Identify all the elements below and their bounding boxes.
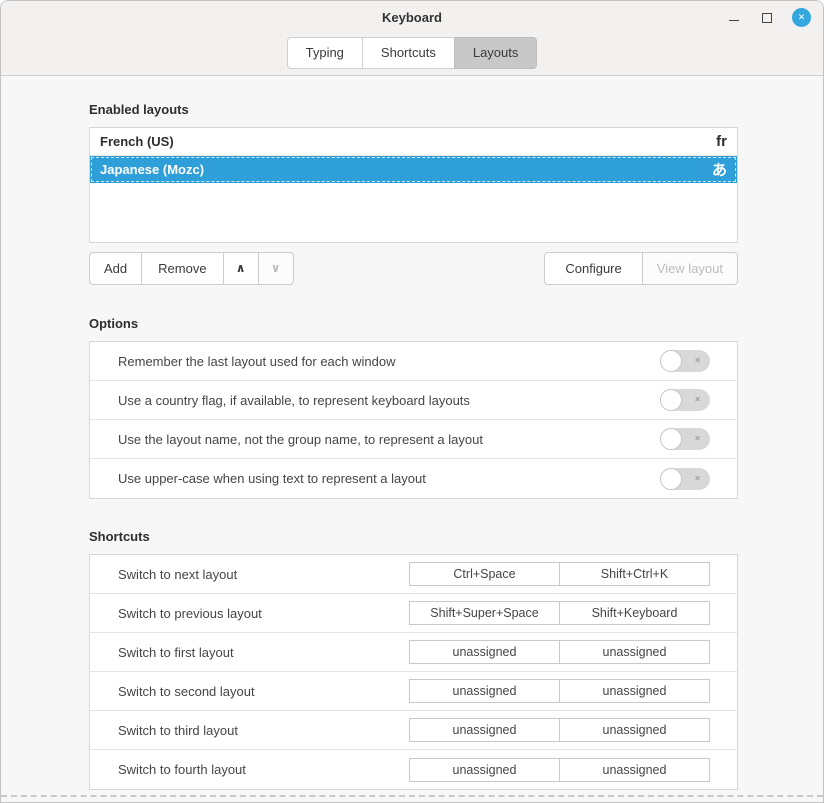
keybinding-pair: unassigned unassigned: [409, 758, 710, 782]
shortcut-row: Switch to next layout Ctrl+Space Shift+C…: [90, 555, 737, 594]
keybinding-button-2[interactable]: unassigned: [559, 758, 710, 782]
toggle-knob: [660, 468, 682, 490]
layout-badge: fr: [716, 133, 727, 150]
keybinding-pair: Ctrl+Space Shift+Ctrl+K: [409, 562, 710, 586]
keybinding-button-2[interactable]: unassigned: [559, 679, 710, 703]
keybinding-button-2[interactable]: unassigned: [559, 718, 710, 742]
layout-row-french[interactable]: French (US) fr: [90, 128, 737, 156]
option-label: Remember the last layout used for each w…: [90, 354, 660, 369]
keybinding-button-1[interactable]: unassigned: [409, 640, 560, 664]
shortcut-label: Switch to third layout: [90, 723, 409, 738]
close-icon: ✕: [798, 12, 806, 23]
layout-action-group: Configure View layout: [544, 252, 738, 285]
keybinding-button-1[interactable]: unassigned: [409, 758, 560, 782]
toggle-off-icon: ✕: [694, 435, 701, 443]
toggle-layout-name[interactable]: ✕: [660, 428, 710, 450]
chevron-up-icon: ∧: [236, 261, 246, 275]
tabs-row: Typing Shortcuts Layouts: [1, 33, 823, 69]
layout-name: French (US): [100, 134, 716, 149]
options-header: Options: [89, 316, 738, 331]
layout-name: Japanese (Mozc): [100, 162, 712, 177]
option-row: Use a country flag, if available, to rep…: [90, 381, 737, 420]
remove-button[interactable]: Remove: [141, 252, 223, 285]
tab-group: Typing Shortcuts Layouts: [287, 37, 538, 69]
shortcut-label: Switch to next layout: [90, 567, 409, 582]
main-content: Enabled layouts French (US) fr Japanese …: [89, 102, 738, 790]
toggle-knob: [660, 428, 682, 450]
option-label: Use upper-case when using text to repres…: [90, 471, 660, 486]
keybinding-button-2[interactable]: Shift+Keyboard: [559, 601, 710, 625]
keybinding-pair: unassigned unassigned: [409, 640, 710, 664]
tab-shortcuts[interactable]: Shortcuts: [362, 37, 455, 69]
option-row: Use upper-case when using text to repres…: [90, 459, 737, 498]
layouts-list: French (US) fr Japanese (Mozc) あ: [89, 127, 738, 243]
tab-typing[interactable]: Typing: [287, 37, 363, 69]
keyboard-settings-window: Keyboard ✕ Typing Shortcuts Layouts: [0, 0, 824, 803]
titlebar[interactable]: Keyboard ✕: [1, 1, 823, 33]
keybinding-button-1[interactable]: Ctrl+Space: [409, 562, 560, 586]
scroll-undershoot-indicator: [1, 795, 823, 797]
toggle-off-icon: ✕: [694, 475, 701, 483]
shortcut-row: Switch to fourth layout unassigned unass…: [90, 750, 737, 789]
close-button[interactable]: ✕: [792, 8, 811, 27]
layout-row-japanese[interactable]: Japanese (Mozc) あ: [90, 156, 737, 183]
shortcuts-header: Shortcuts: [89, 529, 738, 544]
maximize-button[interactable]: [759, 9, 775, 25]
toggle-off-icon: ✕: [694, 396, 701, 404]
options-list: Remember the last layout used for each w…: [89, 341, 738, 499]
shortcut-row: Switch to first layout unassigned unassi…: [90, 633, 737, 672]
toggle-remember-last-layout[interactable]: ✕: [660, 350, 710, 372]
tab-layouts[interactable]: Layouts: [454, 37, 538, 69]
option-row: Remember the last layout used for each w…: [90, 342, 737, 381]
toggle-knob: [660, 350, 682, 372]
minimize-icon: [729, 20, 739, 21]
edit-button-group: Add Remove ∧ ∨: [89, 252, 294, 285]
window-title: Keyboard: [382, 10, 442, 25]
shortcut-row: Switch to previous layout Shift+Super+Sp…: [90, 594, 737, 633]
option-row: Use the layout name, not the group name,…: [90, 420, 737, 459]
keybinding-button-1[interactable]: unassigned: [409, 679, 560, 703]
toggle-country-flag[interactable]: ✕: [660, 389, 710, 411]
maximize-icon: [762, 13, 772, 23]
shortcut-label: Switch to first layout: [90, 645, 409, 660]
window-header: Keyboard ✕ Typing Shortcuts Layouts: [1, 1, 823, 76]
toggle-upper-case[interactable]: ✕: [660, 468, 710, 490]
keybinding-pair: Shift+Super+Space Shift+Keyboard: [409, 601, 710, 625]
keybinding-button-2[interactable]: Shift+Ctrl+K: [559, 562, 710, 586]
minimize-button[interactable]: [726, 9, 742, 25]
chevron-down-icon: ∨: [271, 261, 281, 275]
shortcut-label: Switch to fourth layout: [90, 762, 409, 777]
shortcut-label: Switch to previous layout: [90, 606, 409, 621]
configure-button[interactable]: Configure: [544, 252, 642, 285]
enabled-layouts-header: Enabled layouts: [89, 102, 738, 117]
move-up-button[interactable]: ∧: [223, 252, 259, 285]
keybinding-button-1[interactable]: Shift+Super+Space: [409, 601, 560, 625]
keybinding-button-2[interactable]: unassigned: [559, 640, 710, 664]
toggle-knob: [660, 389, 682, 411]
move-down-button[interactable]: ∨: [258, 252, 294, 285]
option-label: Use a country flag, if available, to rep…: [90, 393, 660, 408]
keybinding-pair: unassigned unassigned: [409, 679, 710, 703]
layouts-toolbar: Add Remove ∧ ∨ Configure View layout: [89, 252, 738, 285]
shortcuts-list: Switch to next layout Ctrl+Space Shift+C…: [89, 554, 738, 790]
keybinding-pair: unassigned unassigned: [409, 718, 710, 742]
shortcut-row: Switch to second layout unassigned unass…: [90, 672, 737, 711]
add-button[interactable]: Add: [89, 252, 142, 285]
shortcut-row: Switch to third layout unassigned unassi…: [90, 711, 737, 750]
option-label: Use the layout name, not the group name,…: [90, 432, 660, 447]
window-controls: ✕: [726, 1, 811, 33]
toggle-off-icon: ✕: [694, 357, 701, 365]
view-layout-button[interactable]: View layout: [642, 252, 738, 285]
shortcut-label: Switch to second layout: [90, 684, 409, 699]
layout-badge: あ: [712, 159, 727, 180]
keybinding-button-1[interactable]: unassigned: [409, 718, 560, 742]
